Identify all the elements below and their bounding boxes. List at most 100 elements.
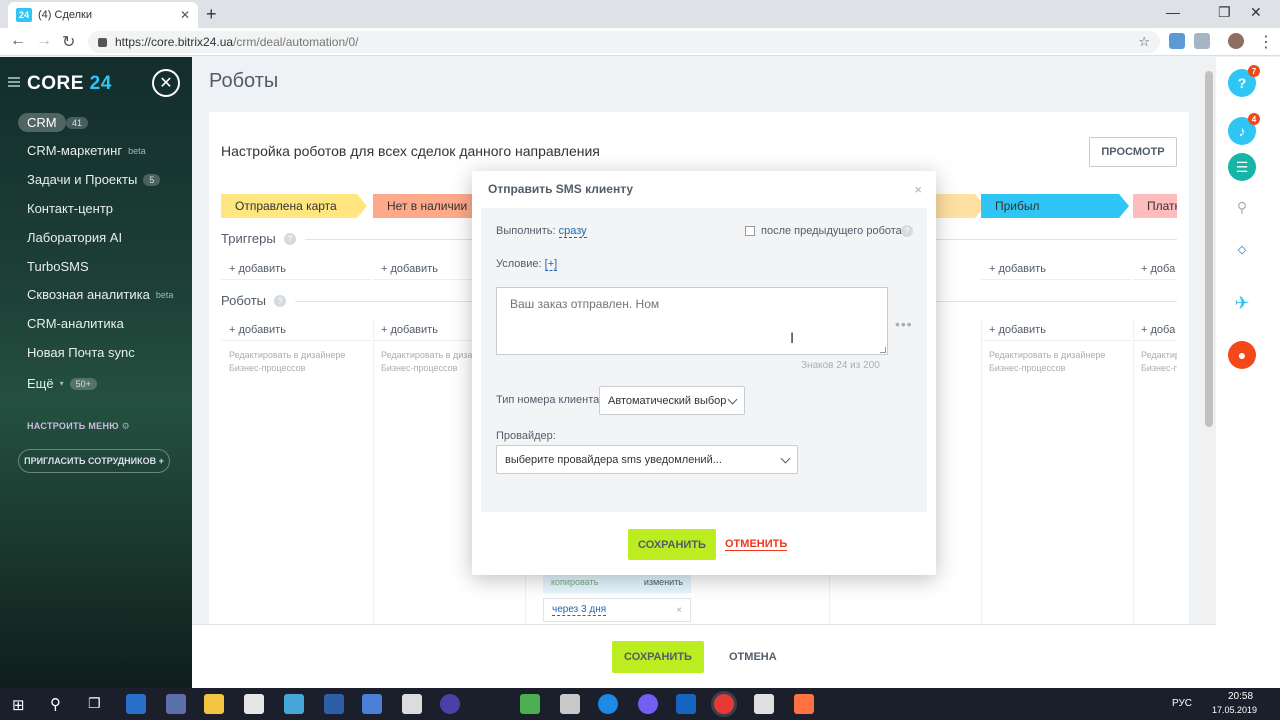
page-title: Роботы	[209, 70, 279, 92]
sidebar-item-turbosms[interactable]: TurboSMS	[27, 259, 89, 274]
sidebar-item-contact-center[interactable]: Контакт-центр	[27, 201, 113, 216]
app-icon[interactable]	[166, 694, 186, 714]
video-app-icon[interactable]	[676, 694, 696, 714]
minimize-icon[interactable]: —	[1166, 4, 1180, 20]
extension-icon[interactable]	[1169, 33, 1185, 49]
url-bar[interactable]: https://core.bitrix24.ua/crm/deal/automa…	[88, 31, 1160, 53]
add-trigger-link[interactable]: + добавить	[221, 258, 371, 280]
menu-burger-icon[interactable]	[8, 77, 20, 87]
sidebar-item-novaposhta[interactable]: Новая Почта sync	[27, 345, 135, 360]
panel-heading: Настройка роботов для всех сделок данног…	[221, 143, 600, 159]
bp-designer-hint[interactable]: Редактировать в дизай Бизнес-процессов	[381, 349, 477, 375]
sidebar-item-ai-lab[interactable]: Лаборатория AI	[27, 230, 122, 245]
tool-icon[interactable]	[560, 694, 580, 714]
dialog-body: Выполнить: сразу после предыдущего робот…	[481, 208, 927, 512]
right-toolbar: ? 7 ♪ 4 ☰ ⚲ ◇ ✈ ●	[1216, 57, 1280, 688]
tab-title: (4) Сделки	[38, 9, 92, 21]
help-icon[interactable]: ?	[901, 225, 913, 237]
scroll-thumb[interactable]	[1205, 71, 1213, 427]
close-window-icon[interactable]: ✕	[1250, 4, 1262, 21]
bp-designer-hint[interactable]: РедактироватьБизнес-проц	[1141, 349, 1177, 375]
provider-select[interactable]: выберите провайдера sms уведомлений...	[496, 445, 798, 474]
user-profile-icon[interactable]: ●	[1228, 341, 1256, 369]
sms-robot-dialog: Отправить SMS клиенту × Выполнить: сразу…	[472, 171, 936, 575]
close-tab-icon[interactable]: ✕	[180, 8, 190, 22]
back-icon[interactable]: ←	[10, 32, 26, 50]
recorder-icon[interactable]	[794, 694, 814, 714]
add-robot-link[interactable]: + добавить	[373, 319, 483, 341]
new-tab-icon[interactable]: +	[206, 4, 217, 25]
sidebar-item-tasks[interactable]: Задачи и Проекты 5	[27, 172, 161, 187]
browser-tab-deals[interactable]: 24 (4) Сделки ✕	[8, 2, 198, 28]
invite-employees-button[interactable]: ПРИГЛАСИТЬ СОТРУДНИКОВ +	[18, 449, 170, 473]
robots-title: Роботы?	[221, 293, 287, 308]
close-slider-icon[interactable]: ✕	[152, 69, 180, 97]
clock-time[interactable]: 20:58	[1228, 691, 1253, 702]
add-trigger-link[interactable]: + добавить	[981, 258, 1131, 280]
video-editor-icon[interactable]	[754, 694, 774, 714]
store-icon[interactable]	[244, 694, 264, 714]
language-indicator[interactable]: РУС	[1172, 698, 1192, 709]
cancel-all-button[interactable]: ОТМЕНА	[729, 651, 777, 663]
add-robot-link[interactable]: + доба	[1133, 319, 1177, 341]
chat-icon[interactable]: ☰	[1228, 153, 1256, 181]
browser-menu-icon[interactable]: ⋮	[1258, 32, 1274, 52]
powershell-icon[interactable]	[126, 694, 146, 714]
configure-menu-link[interactable]: НАСТРОИТЬ МЕНЮ ⚙	[27, 421, 130, 432]
windows-taskbar: ⊞ ⚲ ❐ РУС 20:58 17.05.2019	[0, 688, 1280, 720]
help-icon: ?	[274, 294, 287, 307]
file-explorer-icon[interactable]	[204, 694, 224, 714]
viber-icon[interactable]	[638, 694, 658, 714]
portal-logo[interactable]: CORE 24	[27, 73, 112, 95]
reload-icon[interactable]: ↻	[62, 32, 75, 52]
mail-icon[interactable]	[402, 694, 422, 714]
preview-button[interactable]: ПРОСМОТР	[1089, 137, 1177, 167]
forward-icon[interactable]: →	[36, 32, 52, 50]
edge-icon[interactable]	[598, 694, 618, 714]
page-scrollbar[interactable]	[1202, 57, 1216, 624]
add-trigger-link[interactable]: + добавить	[373, 258, 483, 280]
save-all-button[interactable]: СОХРАНИТЬ	[612, 641, 704, 673]
add-condition-link[interactable]: [+]	[544, 258, 558, 271]
uspf-app-icon[interactable]: ◇	[1228, 235, 1256, 263]
stage-card-sent: Отправлена карта	[221, 194, 367, 218]
execute-timing-link[interactable]: сразу	[558, 225, 587, 238]
add-robot-link[interactable]: + добавить	[221, 319, 371, 341]
remote-desktop-icon[interactable]	[362, 694, 382, 714]
bp-designer-hint[interactable]: Редактировать в дизайнере Бизнес-процессо…	[229, 349, 345, 375]
add-robot-link[interactable]: + добавить	[981, 319, 1131, 341]
profile-avatar-icon[interactable]	[1228, 33, 1244, 49]
sidebar-item-crm[interactable]: CRM	[18, 113, 66, 132]
save-app-icon[interactable]	[324, 694, 344, 714]
shield-extension-icon[interactable]	[1194, 33, 1210, 49]
notifications-bell-icon[interactable]: ♪ 4	[1228, 113, 1260, 145]
help-icon[interactable]: ? 7	[1228, 65, 1260, 97]
add-trigger-link[interactable]: + доба	[1133, 258, 1177, 280]
media-icon[interactable]	[440, 694, 460, 714]
close-dialog-icon[interactable]: ×	[914, 182, 922, 197]
dialog-save-button[interactable]: СОХРАНИТЬ	[628, 529, 716, 560]
sidebar-item-analytics[interactable]: Сквозная аналитика beta	[27, 287, 173, 302]
chart-app-icon[interactable]	[520, 694, 540, 714]
restore-icon[interactable]: ❐	[1218, 4, 1231, 21]
task-view-icon[interactable]: ❐	[88, 695, 101, 712]
recorder-watermark: Icecream	[1088, 650, 1249, 690]
clock-date[interactable]: 17.05.2019	[1212, 705, 1257, 715]
notes-icon[interactable]	[284, 694, 304, 714]
robot-delay-card[interactable]: через 3 дня ×	[543, 598, 691, 622]
phone-type-select[interactable]: Автоматический выбор	[599, 386, 745, 415]
search-icon[interactable]: ⚲	[1228, 193, 1256, 221]
bp-designer-hint[interactable]: Редактировать в дизайнере Бизнес-процессо…	[989, 349, 1105, 375]
windows-start-icon[interactable]: ⊞	[12, 696, 25, 714]
dialog-cancel-button[interactable]: ОТМЕНИТЬ	[725, 538, 788, 551]
chrome-icon[interactable]	[714, 694, 734, 714]
after-previous-checkbox[interactable]	[745, 226, 755, 236]
bookmark-star-icon[interactable]: ☆	[1138, 34, 1150, 50]
sms-message-textarea[interactable]: Ваш заказ отправлен. Ном	[496, 287, 888, 355]
sidebar-item-crm-analytics[interactable]: CRM-аналитика	[27, 316, 124, 331]
insert-field-menu-icon[interactable]: •••	[895, 316, 913, 332]
search-icon[interactable]: ⚲	[50, 695, 61, 713]
sidebar-item-crm-marketing[interactable]: CRM-маркетинг beta	[27, 143, 146, 158]
sidebar-item-more[interactable]: Ещё ▾ 50+	[27, 376, 97, 391]
bird-app-icon[interactable]: ✈	[1228, 289, 1256, 317]
